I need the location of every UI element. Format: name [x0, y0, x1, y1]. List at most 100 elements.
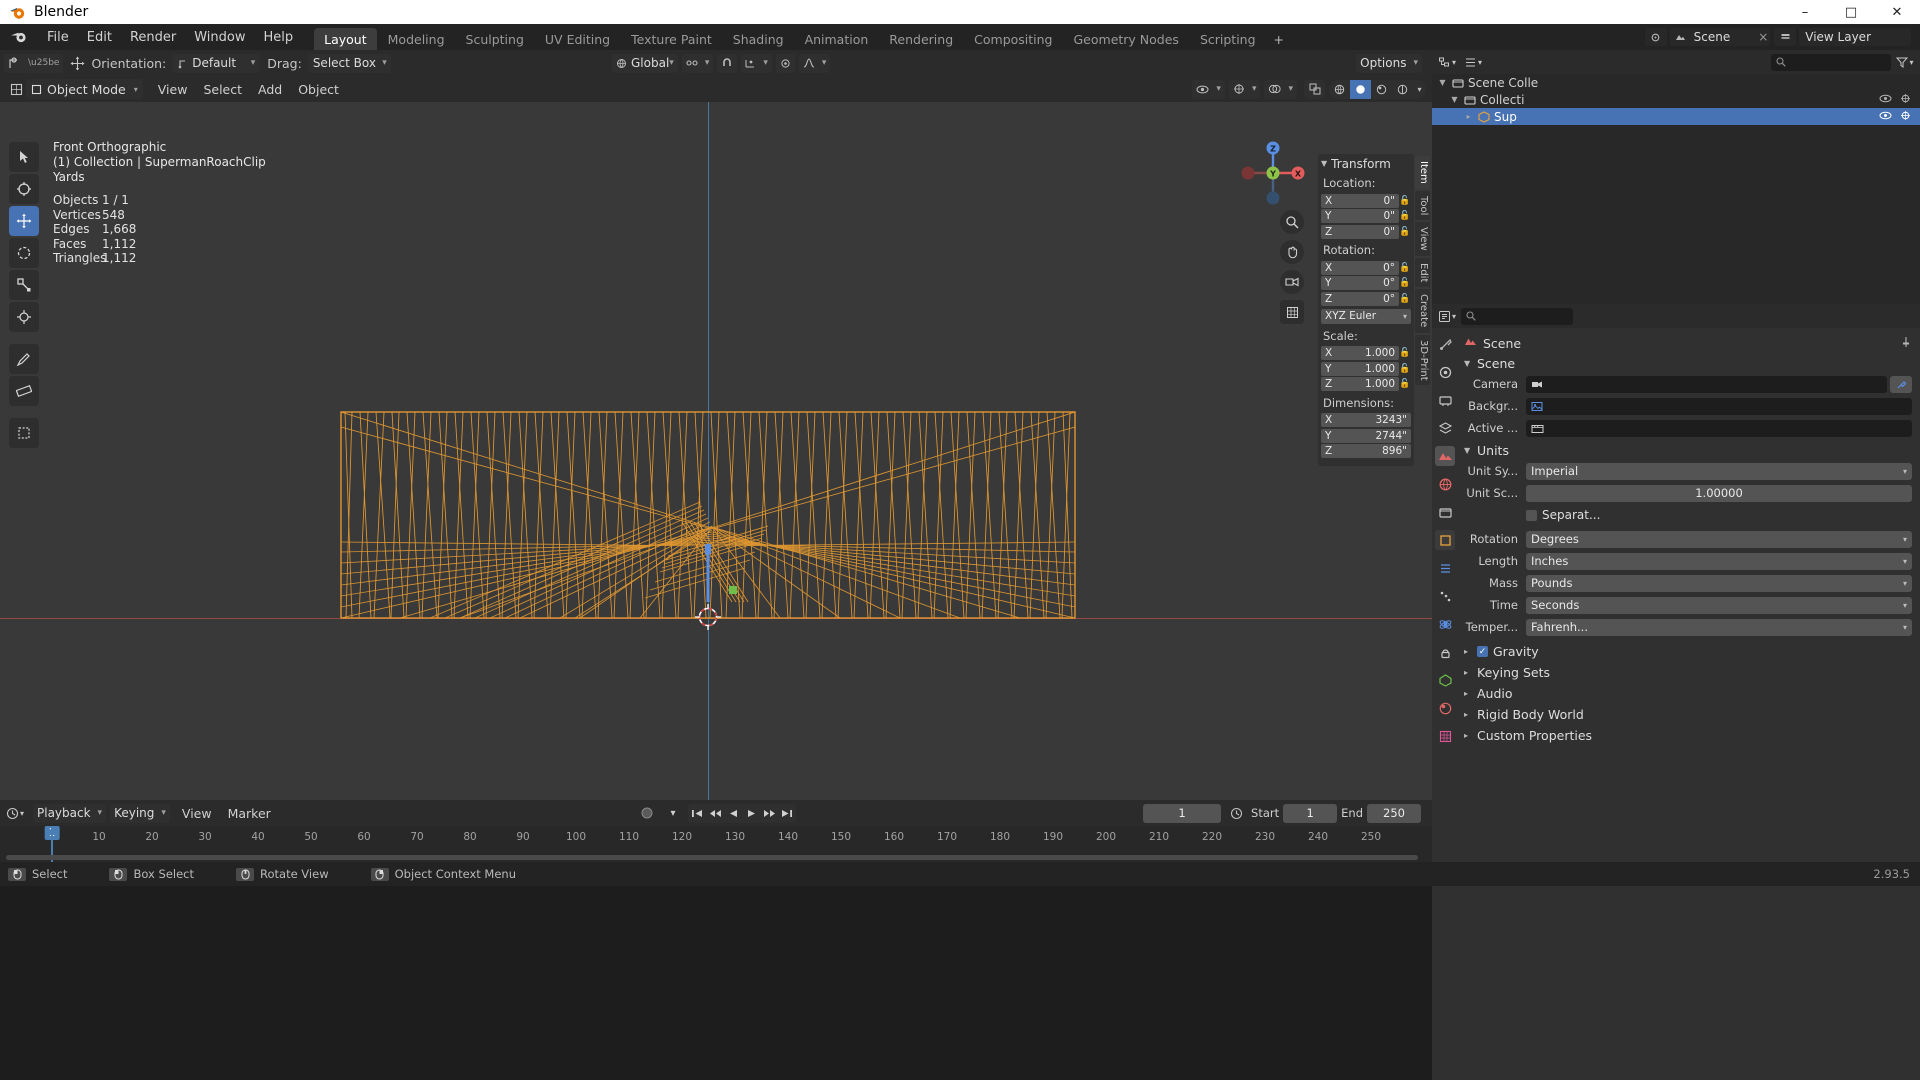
- scene-camera-field[interactable]: [1526, 375, 1887, 393]
- tool-rotate-icon[interactable]: [9, 238, 39, 268]
- pivot-point-dropdown[interactable]: ▾: [681, 53, 714, 73]
- workspace-tab-modeling[interactable]: Modeling: [378, 28, 455, 50]
- menu-file[interactable]: File: [38, 28, 78, 47]
- properties-tab-world-icon[interactable]: [1435, 474, 1455, 494]
- zoom-view-icon[interactable]: [1280, 210, 1304, 234]
- timeline-editor-type-icon[interactable]: ▾: [5, 803, 25, 823]
- properties-tab-object-data-icon[interactable]: [1435, 670, 1455, 690]
- rotation-z-row[interactable]: Z 0° 🔓: [1321, 291, 1411, 306]
- active-tool-icon[interactable]: \u25be: [4, 53, 64, 73]
- scene-active-clip-field[interactable]: [1526, 419, 1912, 437]
- options-dropdown[interactable]: Options ▾: [1356, 53, 1422, 73]
- properties-tab-view-layer-icon[interactable]: [1435, 418, 1455, 438]
- auto-keying-button[interactable]: [636, 804, 658, 823]
- rigid-body-world-section-header[interactable]: ▸ Rigid Body World: [1464, 704, 1912, 725]
- rotation-x-row[interactable]: X 0° 🔓: [1321, 260, 1411, 275]
- custom-properties-section-header[interactable]: ▸ Custom Properties: [1464, 725, 1912, 746]
- toggle-orthographic-icon[interactable]: [1280, 300, 1304, 324]
- tool-annotate-icon[interactable]: [9, 344, 39, 374]
- snap-magnet-icon[interactable]: [717, 53, 738, 73]
- tool-scale-icon[interactable]: [9, 270, 39, 300]
- pan-view-icon[interactable]: [1280, 240, 1304, 264]
- viewport-canvas[interactable]: Front Orthographic (1) Collection | Supe…: [0, 102, 1432, 800]
- audio-section-header[interactable]: ▸ Audio: [1464, 683, 1912, 704]
- outliner-editor[interactable]: ▾ ▾ ▾ ▼ Scene Colle ▼ Collecti ▸ Sup: [1432, 50, 1920, 304]
- unit-scale-row[interactable]: Unit Sc... 1.00000: [1464, 483, 1912, 503]
- rotation-units-row[interactable]: Rotation Degrees ▾: [1464, 529, 1912, 549]
- mass-units-dropdown[interactable]: Pounds ▾: [1526, 574, 1912, 592]
- properties-editor[interactable]: ▾ Scene ▼ Scene Camera Backgr... Active …: [1432, 304, 1920, 1080]
- properties-tab-tool-icon[interactable]: [1435, 334, 1455, 354]
- move-tool-icon[interactable]: [67, 53, 87, 73]
- properties-tab-object-icon[interactable]: [1435, 530, 1455, 550]
- blender-menu-logo-icon[interactable]: [10, 30, 28, 44]
- workspace-tab-sculpting[interactable]: Sculpting: [456, 28, 534, 50]
- viewport-menu-view[interactable]: View: [150, 80, 196, 99]
- scale-y-row[interactable]: Y 1.000 🔓: [1321, 361, 1411, 376]
- workspace-tab-scripting[interactable]: Scripting: [1190, 28, 1266, 50]
- workspace-tab-rendering[interactable]: Rendering: [879, 28, 963, 50]
- viewport-menu-object[interactable]: Object: [290, 80, 347, 99]
- location-z-row[interactable]: Z 0" 🔓: [1321, 224, 1411, 239]
- jump-to-end-icon[interactable]: [778, 804, 796, 823]
- rotation-mode-dropdown[interactable]: XYZ Euler ▾: [1321, 308, 1411, 324]
- sidebar-tab-3d-print[interactable]: 3D-Print: [1415, 334, 1430, 386]
- shading-rendered-button[interactable]: [1392, 80, 1413, 99]
- temperature-units-row[interactable]: Temper... Fahrenh... ▾: [1464, 617, 1912, 637]
- scene-selector[interactable]: Scene ×: [1669, 28, 1771, 46]
- menu-render[interactable]: Render: [121, 28, 185, 47]
- lock-location-x-icon[interactable]: 🔓: [1399, 196, 1411, 206]
- chevron-down-icon[interactable]: ▼: [1436, 78, 1449, 87]
- timeline-ruler[interactable]: 10 20 30 40 50 60 70 80 90 100 110 120 1…: [0, 826, 1432, 862]
- workspace-tab-geometry-nodes[interactable]: Geometry Nodes: [1064, 28, 1189, 50]
- scene-background-field[interactable]: [1526, 397, 1912, 415]
- visibility-dropdown[interactable]: ▾: [1192, 79, 1225, 99]
- tool-add-cube-icon[interactable]: [9, 418, 39, 448]
- tool-cursor-icon[interactable]: [9, 174, 39, 204]
- xray-toggle-button[interactable]: [1304, 79, 1325, 99]
- view-layer-selector[interactable]: View Layer: [1799, 28, 1911, 46]
- proportional-editing-icon[interactable]: [775, 53, 795, 73]
- scene-section-header[interactable]: ▼ Scene: [1464, 353, 1912, 374]
- object-origin-gizmo[interactable]: [700, 542, 746, 622]
- scene-background-row[interactable]: Backgr...: [1464, 396, 1912, 416]
- tool-transform-icon[interactable]: [9, 302, 39, 332]
- properties-tab-material-icon[interactable]: [1435, 698, 1455, 718]
- sidebar-tab-item[interactable]: Item: [1415, 156, 1430, 189]
- disable-in-renders-icon[interactable]: [1899, 110, 1912, 124]
- properties-tab-physics-icon[interactable]: [1435, 614, 1455, 634]
- outliner-search-input[interactable]: [1771, 53, 1891, 71]
- separate-units-checkbox[interactable]: Separat...: [1526, 508, 1600, 522]
- keying-dropdown[interactable]: Keying ▾: [110, 803, 170, 823]
- lock-scale-z-icon[interactable]: 🔓: [1399, 379, 1411, 389]
- editor-type-icon[interactable]: [6, 79, 26, 99]
- menu-help[interactable]: Help: [255, 28, 303, 47]
- dimensions-x-row[interactable]: X 3243": [1321, 413, 1411, 427]
- navigation-gizmo[interactable]: Z X Y: [1238, 138, 1308, 208]
- snap-target-dropdown[interactable]: ▾: [741, 53, 772, 73]
- gravity-section-header[interactable]: ▸ ✓ Gravity: [1464, 641, 1912, 662]
- lock-rotation-x-icon[interactable]: 🔓: [1399, 263, 1411, 273]
- shading-material-preview-button[interactable]: [1371, 80, 1392, 99]
- falloff-dropdown[interactable]: ▾: [798, 53, 831, 73]
- toggle-camera-view-icon[interactable]: [1280, 270, 1304, 294]
- end-frame-field[interactable]: 250: [1367, 803, 1421, 823]
- dimensions-y-row[interactable]: Y 2744": [1321, 428, 1411, 443]
- timeline-horizontal-scrollbar[interactable]: [6, 855, 1418, 860]
- tool-move-icon[interactable]: [9, 206, 39, 236]
- next-keyframe-icon[interactable]: [760, 804, 778, 823]
- outliner-row-superman-roach-clip[interactable]: ▸ Sup: [1432, 108, 1920, 125]
- workspace-tab-layout[interactable]: Layout: [314, 28, 377, 50]
- lock-location-y-icon[interactable]: 🔓: [1399, 211, 1411, 221]
- timeline-editor[interactable]: ▾ Playback ▾ Keying ▾ View Marker ▾ 1 St…: [0, 800, 1432, 862]
- location-x-row[interactable]: X 0" 🔓: [1321, 193, 1411, 208]
- menu-edit[interactable]: Edit: [78, 28, 121, 47]
- transform-orientation-dropdown[interactable]: Global ▾: [612, 53, 678, 73]
- location-y-row[interactable]: Y 0" 🔓: [1321, 209, 1411, 223]
- shading-wireframe-button[interactable]: [1329, 80, 1350, 99]
- properties-tab-constraints-icon[interactable]: [1435, 642, 1455, 662]
- unit-scale-field[interactable]: 1.00000: [1526, 484, 1912, 502]
- disable-in-renders-icon[interactable]: [1899, 93, 1912, 107]
- workspace-tab-uv-editing[interactable]: UV Editing: [535, 28, 620, 50]
- previous-keyframe-icon[interactable]: [706, 804, 724, 823]
